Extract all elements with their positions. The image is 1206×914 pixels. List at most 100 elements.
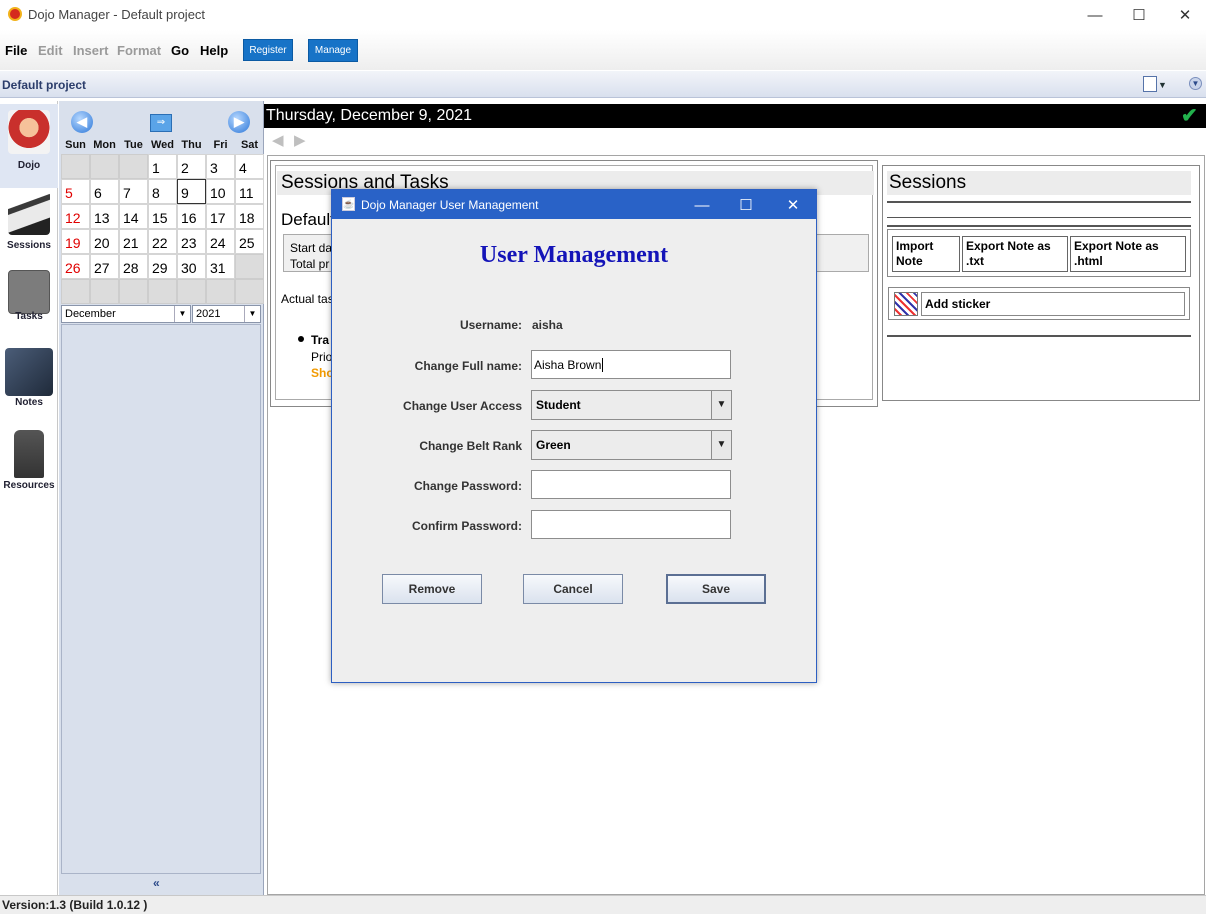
collapse-calendar-icon[interactable]: « (153, 876, 160, 890)
calendar-day-cell[interactable]: 12 (61, 204, 90, 229)
calendar-day-cell[interactable]: 9 (177, 179, 206, 204)
menu-go[interactable]: Go (171, 43, 189, 58)
dialog-close-button[interactable]: ✕ (771, 192, 815, 218)
divider (887, 217, 1191, 218)
month-select[interactable]: December ▼ (61, 305, 191, 323)
full-name-field[interactable]: Aisha Brown (531, 350, 731, 379)
minimize-button[interactable]: — (1072, 0, 1118, 30)
calendar-day-cell[interactable]: 14 (119, 204, 148, 229)
project-name: Default project (2, 78, 87, 92)
calendar-day-cell[interactable]: 23 (177, 229, 206, 254)
calendar-day-cell[interactable]: 11 (235, 179, 264, 204)
calendar-day-cell[interactable]: 10 (206, 179, 235, 204)
chevron-down-icon[interactable]: ▼ (711, 431, 731, 459)
calendar-day-cell[interactable]: 2 (177, 154, 206, 179)
close-button[interactable]: ✕ (1162, 0, 1206, 30)
nav-sessions[interactable]: Sessions (0, 185, 58, 269)
dropdown-arrow-icon[interactable]: ▼ (1158, 80, 1167, 90)
calendar-day-cell[interactable]: 17 (206, 204, 235, 229)
nav-notes-label: Notes (15, 397, 43, 408)
calendar-day-cell[interactable]: 30 (177, 254, 206, 279)
checkmark-icon: ✔ (1181, 105, 1198, 127)
calendar-day-cell[interactable]: 4 (235, 154, 264, 179)
calendar-day-cell[interactable]: 19 (61, 229, 90, 254)
calendar-day-cell[interactable]: 5 (61, 179, 90, 204)
chevron-down-icon[interactable]: ▼ (244, 306, 260, 322)
calendar-day-cell[interactable]: 16 (177, 204, 206, 229)
dialog-heading: User Management (479, 242, 669, 268)
user-access-label: Change User Access (403, 399, 522, 413)
calendar-day-cell[interactable]: 21 (119, 229, 148, 254)
sticker-icon[interactable] (894, 292, 918, 316)
calendar-day-cell[interactable]: 18 (235, 204, 264, 229)
today-icon[interactable]: ⇒ (150, 114, 172, 132)
dialog-maximize-button[interactable]: ☐ (724, 192, 768, 218)
cancel-button[interactable]: Cancel (523, 574, 623, 604)
start-date-text: Start da (290, 241, 333, 255)
calendar-day-cell[interactable]: 20 (90, 229, 119, 254)
belt-rank-label: Change Belt Rank (419, 439, 522, 453)
menu-format[interactable]: Format (117, 43, 161, 58)
calendar-day-cell[interactable]: 27 (90, 254, 119, 279)
nav-dojo-label: Dojo (17, 160, 41, 171)
text-cursor (602, 358, 604, 372)
calendar-day-cell[interactable]: 6 (90, 179, 119, 204)
password-field[interactable] (531, 470, 731, 499)
calendar-day-cell[interactable]: 29 (148, 254, 177, 279)
nav-notes[interactable]: Notes (0, 342, 58, 426)
confirm-password-label: Confirm Password: (411, 519, 522, 533)
year-select[interactable]: 2021 ▼ (192, 305, 261, 323)
calendar-day-cell[interactable]: 7 (119, 179, 148, 204)
calendar-day-cell[interactable]: 13 (90, 204, 119, 229)
calendar-day-cell[interactable]: 28 (119, 254, 148, 279)
document-icon[interactable] (1143, 76, 1157, 92)
day-header: Tue (124, 139, 143, 151)
chevron-down-icon[interactable]: ▼ (711, 391, 731, 419)
calendar-day-cell[interactable]: 1 (148, 154, 177, 179)
remove-button[interactable]: Remove (382, 574, 482, 604)
divider (887, 201, 1191, 203)
menu-insert[interactable]: Insert (73, 43, 108, 58)
nav-dojo[interactable]: Dojo (0, 104, 58, 188)
nav-resources-label: Resources (3, 480, 55, 491)
user-access-select[interactable]: Student ▼ (531, 390, 732, 420)
nav-tasks[interactable]: Tasks (0, 264, 58, 348)
belt-rank-value: Green (536, 438, 571, 452)
import-note-button[interactable]: Import Note (892, 236, 960, 272)
task-name-link[interactable]: Tra (311, 333, 329, 347)
register-button[interactable]: Register (243, 39, 293, 61)
menu-file[interactable]: File (5, 43, 27, 58)
calendar-day-cell[interactable]: 24 (206, 229, 235, 254)
history-forward-icon[interactable]: ▶ (294, 131, 306, 149)
calendar-day-cell[interactable]: 25 (235, 229, 264, 254)
calendar-day-cell[interactable]: 26 (61, 254, 90, 279)
username-value: aisha (532, 318, 563, 332)
calendar-day-cell[interactable]: 22 (148, 229, 177, 254)
calendar-day-cell[interactable]: 8 (148, 179, 177, 204)
status-bar (0, 895, 1206, 914)
history-back-icon[interactable]: ◀ (272, 131, 284, 149)
chevron-down-icon[interactable]: ▼ (174, 306, 190, 322)
calendar-day-cell[interactable]: 3 (206, 154, 235, 179)
add-sticker-button[interactable]: Add sticker (921, 292, 1185, 316)
previous-month-arrow-icon[interactable]: ◀ (71, 111, 93, 133)
next-month-arrow-icon[interactable]: ▶ (228, 111, 250, 133)
belt-rank-select[interactable]: Green ▼ (531, 430, 732, 460)
menu-edit[interactable]: Edit (38, 43, 63, 58)
save-button[interactable]: Save (666, 574, 766, 604)
dialog-minimize-button[interactable]: — (680, 192, 724, 218)
menu-help[interactable]: Help (200, 43, 228, 58)
calendar-day-cell[interactable]: 31 (206, 254, 235, 279)
bullet-icon (298, 336, 304, 342)
export-txt-button[interactable]: Export Note as .txt (962, 236, 1068, 272)
confirm-password-field[interactable] (531, 510, 731, 539)
maximize-button[interactable]: ☐ (1116, 0, 1162, 30)
divider (887, 225, 1191, 227)
nav-resources[interactable]: Resources (0, 424, 58, 508)
collapse-toolbar-icon[interactable]: ▼ (1189, 77, 1202, 90)
export-html-button[interactable]: Export Note as .html (1070, 236, 1186, 272)
manage-button[interactable]: Manage (308, 39, 358, 62)
calendar-day-cell[interactable]: 15 (148, 204, 177, 229)
nav-sessions-label: Sessions (7, 240, 51, 251)
calendar-empty-cell (235, 279, 264, 304)
